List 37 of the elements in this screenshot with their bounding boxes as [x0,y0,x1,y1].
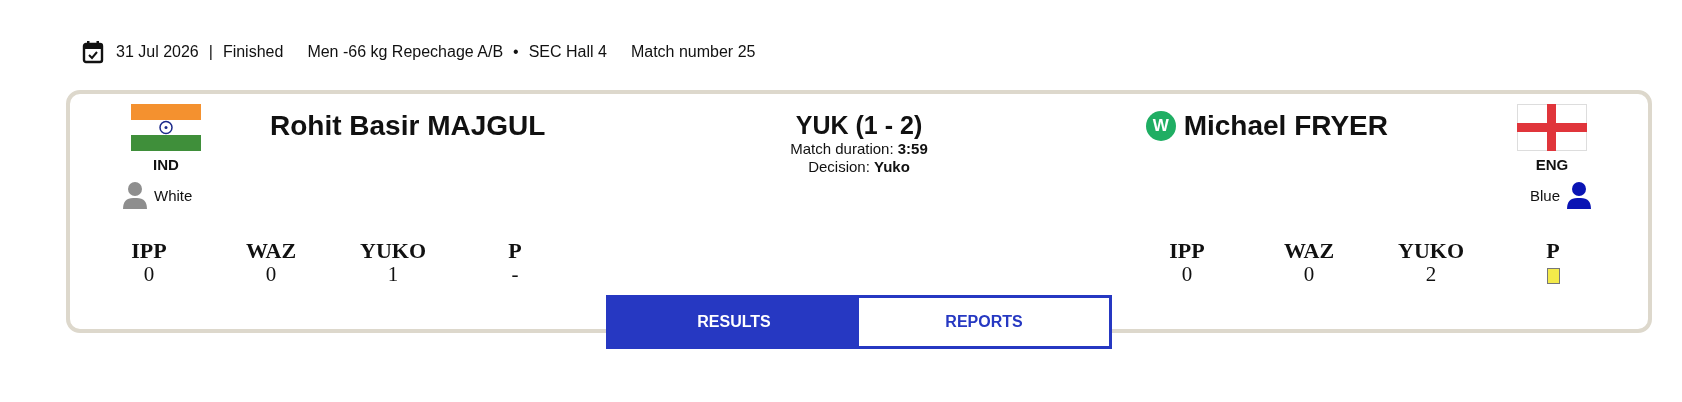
winner-badge: W [1145,111,1176,141]
match-category: Men -66 kg Repechage A/B [307,43,504,61]
score-label: YUKO [360,239,426,263]
match-date: 31 Jul 2026 [116,43,199,61]
match-duration: Match duration: 3:59 [790,140,928,158]
match-status: Finished [222,43,284,61]
tab[interactable]: RESULTS [609,298,859,346]
score-label: IPP [1169,239,1205,263]
match-number: Match number 25 [630,43,756,61]
score-label: WAZ [1283,239,1335,263]
result-title: YUK (1 - 2) [795,110,923,140]
country-code: ENG [1535,156,1569,173]
score-value: - [511,263,519,285]
flag-icon [131,104,201,151]
score-value: 0 [1181,263,1193,285]
country-code: IND [153,156,179,173]
calendar-icon [82,40,104,64]
competitor-name: Rohit Basir MAJGUL [270,110,546,142]
separator: | [208,43,213,61]
flag-icon [1517,104,1587,151]
score-value: 0 [1303,263,1315,285]
score-label: P [508,239,522,263]
decision: Decision: Yuko [808,158,910,176]
score-value: 2 [1425,263,1437,285]
judogi-label: White [154,186,193,204]
venue: SEC Hall 4 [528,43,607,61]
competitor-name: Michael FRYER [1183,110,1388,142]
score-label: WAZ [245,239,297,263]
score-value: 1 [387,263,399,285]
score-label: P [1546,239,1560,263]
score-value: 0 [143,263,155,285]
score-value: 0 [265,263,277,285]
judogi-label: Blue [1529,186,1560,204]
score-label: IPP [131,239,167,263]
penalty-card-icon [1546,268,1560,284]
separator-dot: • [513,43,519,61]
score-label: YUKO [1398,239,1464,263]
